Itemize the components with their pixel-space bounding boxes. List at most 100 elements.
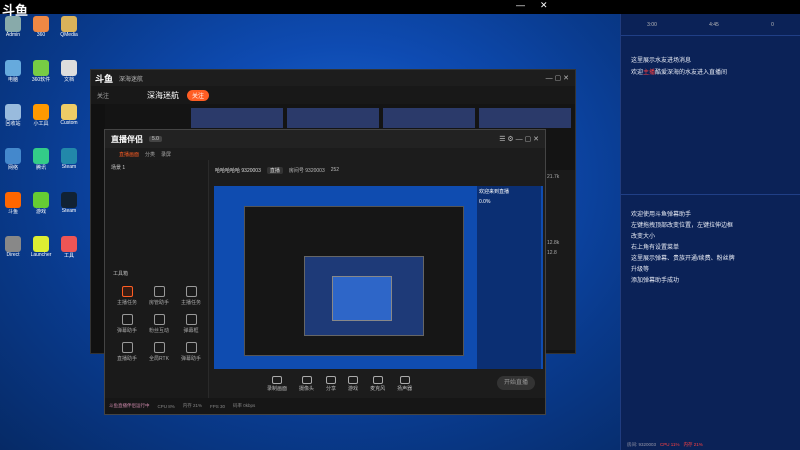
douyu-window-logo: 斗鱼: [95, 73, 114, 84]
close-icon[interactable]: ✕: [540, 0, 548, 11]
tab-live[interactable]: 直播画面: [119, 151, 139, 158]
help-line: 左键拖拽顶部改变位置，左键拉伸边框: [631, 223, 734, 229]
control-button[interactable]: 游戏: [348, 376, 358, 392]
desktop-icon-label: 360: [36, 32, 46, 38]
tool-item[interactable]: 全局RTK: [143, 342, 175, 362]
desktop-icon[interactable]: 斗鱼: [0, 192, 26, 215]
app-icon: [33, 236, 49, 252]
window-controls-icon[interactable]: ☰ ⚙ — ▢ ✕: [499, 135, 539, 143]
thumbnail[interactable]: [191, 108, 283, 128]
control-icon: [348, 376, 359, 384]
window-controls-icon[interactable]: — ▢ ✕: [546, 74, 569, 82]
desktop-icon-label: 斗鱼: [7, 209, 18, 215]
desktop-icon-label: 小工具: [33, 121, 49, 127]
panel-stat: 3:00: [647, 21, 657, 28]
desktop-icon[interactable]: 小工具: [28, 104, 54, 127]
desktop-icon[interactable]: 工具: [56, 236, 82, 259]
follow-button[interactable]: 关注: [187, 89, 210, 101]
desktop-icon[interactable]: 网络: [0, 148, 26, 171]
desktop-icon[interactable]: Steam: [56, 192, 82, 214]
tool-icon: [153, 342, 165, 353]
tab-record[interactable]: 录屏: [161, 151, 171, 158]
desktop-icon[interactable]: Custom: [56, 104, 82, 126]
app-icon: [5, 16, 21, 32]
desktop-icon[interactable]: 360软件: [28, 60, 54, 83]
status-item: CPU 8%: [157, 403, 175, 409]
companion-window[interactable]: 直播伴侣 5.0 ☰ ⚙ — ▢ ✕ 直播画面 分类 录屏 场景 1 工具箱 主…: [104, 129, 546, 415]
desktop-icon-label: 网络: [7, 165, 18, 171]
preview-nested-window: [332, 276, 392, 321]
panel-stat: 0: [771, 21, 774, 28]
desktop-icon[interactable]: 文档: [56, 60, 82, 83]
room-info-bar: 哈哈哈哈哈 9320003 直播 房间号 9320003 252: [215, 160, 541, 180]
desktop-icon[interactable]: Launcher: [28, 236, 54, 258]
tool-label: 主播任务: [180, 300, 201, 306]
thumbnail[interactable]: [479, 108, 571, 128]
help-line: 改变大小: [631, 234, 656, 240]
panel-divider: [621, 194, 800, 195]
room-title: 深海迷航: [147, 90, 180, 100]
panel-stats: 3:00 4:45 0: [621, 14, 800, 36]
help-line: 欢迎使用斗鱼弹幕助手: [631, 212, 692, 218]
douyu-side-nav[interactable]: [91, 104, 105, 353]
tool-label: 粉丝互动: [148, 328, 169, 334]
control-button[interactable]: 麦克风: [370, 376, 385, 392]
desktop-icon-label: QMedia: [60, 32, 78, 38]
room-header: 关注 深海迷航 关注: [91, 86, 575, 104]
control-label: 麦克风: [370, 386, 386, 392]
app-icon: [33, 16, 49, 32]
desktop-icon[interactable]: Direct: [0, 236, 26, 258]
control-button[interactable]: 摄像头: [299, 376, 314, 392]
tool-item[interactable]: 直播助手: [111, 342, 143, 362]
control-button[interactable]: 录制画面: [267, 376, 287, 392]
tool-item[interactable]: 弹幕框: [175, 314, 207, 334]
thumbnail-strip: [191, 108, 571, 128]
desktop-icon[interactable]: QMedia: [56, 16, 82, 38]
stream-preview[interactable]: 欢迎来到直播 0.0%: [214, 186, 543, 369]
room-title: 哈哈哈哈哈 9320003: [215, 167, 261, 174]
desktop-icon[interactable]: 回收站: [0, 104, 26, 127]
desktop-icon-label: 电脑: [7, 77, 18, 83]
companion-titlebar[interactable]: 直播伴侣 5.0 ☰ ⚙ — ▢ ✕: [105, 130, 545, 148]
desktop-icon[interactable]: 腾讯: [28, 148, 54, 171]
control-button[interactable]: 扬声器: [397, 376, 412, 392]
desktop-icon[interactable]: 游戏: [28, 192, 54, 215]
help-text: 欢迎使用斗鱼弹幕助手 左键拖拽顶部改变位置，左键拉伸边框 改变大小 右上角有设置菜单这…: [631, 210, 799, 287]
tool-item[interactable]: 弹幕助手: [111, 314, 143, 334]
companion-sidebar: 场景 1: [105, 160, 209, 398]
desktop-icon-label: Custom: [60, 120, 78, 126]
tool-item[interactable]: 粉丝互动: [143, 314, 175, 334]
start-live-button[interactable]: 开始直播: [497, 376, 535, 390]
tab-category[interactable]: 分类: [145, 151, 155, 158]
douyu-window-titlebar[interactable]: 斗鱼 深海迷航 — ▢ ✕: [91, 70, 575, 86]
desktop-icon[interactable]: Admin: [0, 16, 26, 38]
desktop-icon[interactable]: 电脑: [0, 60, 26, 83]
scene-item[interactable]: 场景 1: [105, 160, 208, 175]
app-icon: [5, 60, 21, 76]
tool-label: 房管助手: [148, 300, 169, 306]
tool-item[interactable]: 房管助手: [143, 286, 175, 306]
follow-label[interactable]: 关注: [97, 91, 109, 100]
tool-item[interactable]: 主播任务: [175, 286, 207, 306]
thumbnail[interactable]: [383, 108, 475, 128]
danmu-panel[interactable]: 3:00 4:45 0 这里展示水友进场消息 欢迎主播酷爱深海的水友进入直播间 …: [620, 14, 800, 450]
app-icon: [33, 148, 49, 164]
control-button[interactable]: 分享: [326, 376, 336, 392]
douyu-window-tab[interactable]: 深海迷航: [119, 74, 143, 83]
minimize-icon[interactable]: —: [516, 0, 525, 10]
tool-item[interactable]: 弹幕助手: [175, 342, 207, 362]
app-icon: [5, 148, 21, 164]
preview-chat-line: 0.0%: [479, 199, 491, 205]
status-item: FPS 30: [210, 403, 226, 409]
app-icon: [61, 192, 77, 208]
version-badge: 5.0: [149, 136, 162, 142]
tool-item[interactable]: 主播任务: [111, 286, 143, 306]
desktop-icon[interactable]: Steam: [56, 148, 82, 170]
tool-label: 弹幕助手: [180, 356, 201, 362]
panel-stat: 4:45: [709, 21, 719, 28]
welcome-message: 欢迎主播酷爱深海的水友进入直播间: [631, 70, 728, 76]
help-line: 升级等: [631, 267, 650, 273]
thumbnail[interactable]: [287, 108, 379, 128]
app-icon: [33, 192, 49, 208]
desktop-icon[interactable]: 360: [28, 16, 54, 38]
